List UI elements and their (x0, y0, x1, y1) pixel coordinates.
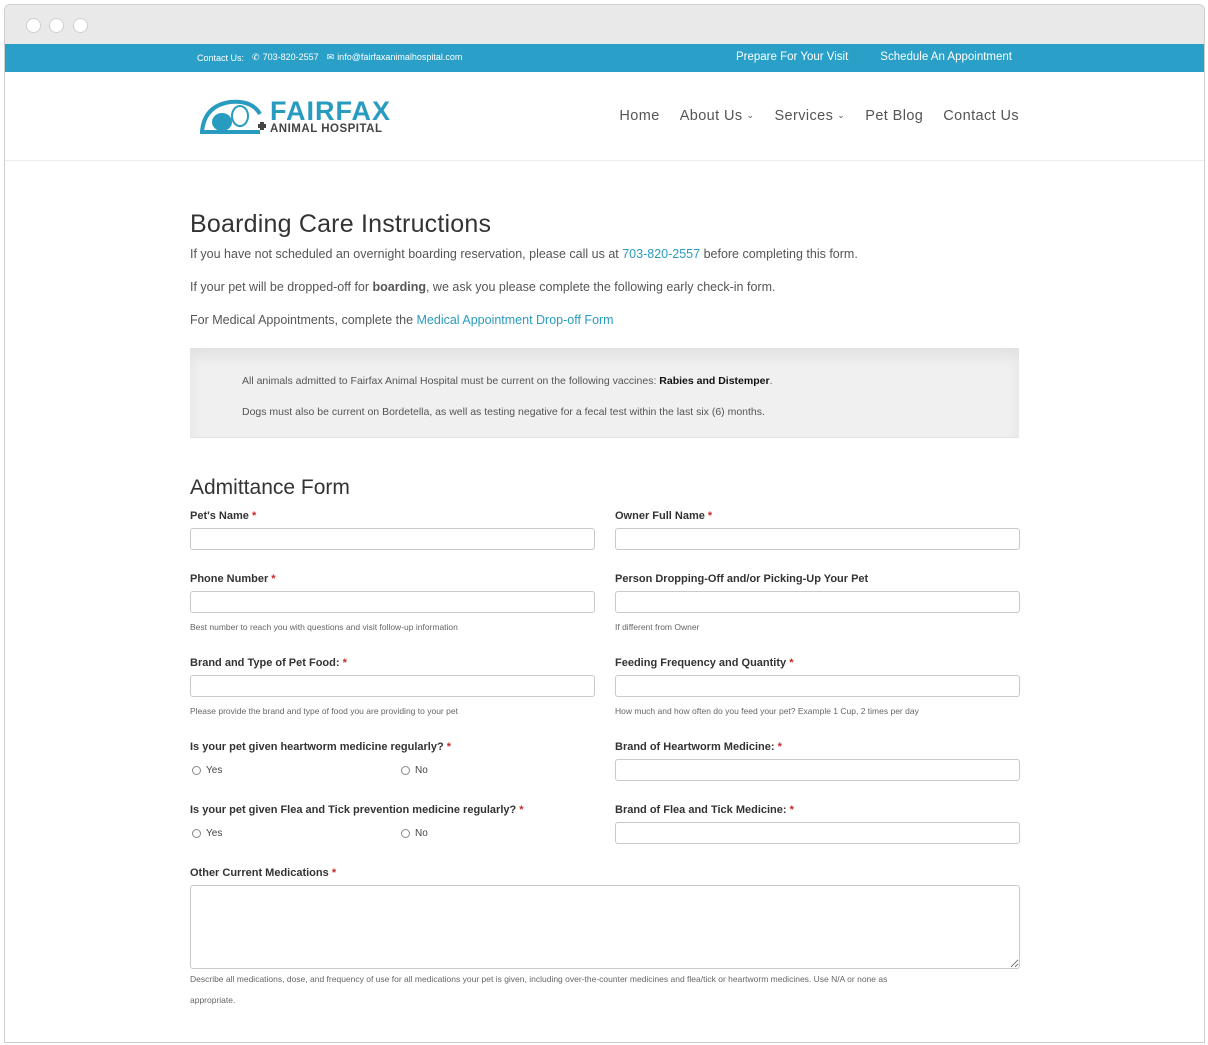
person-label: Person Dropping-Off and/or Picking-Up Yo… (615, 573, 869, 585)
window-maximize-dot[interactable] (73, 18, 88, 33)
site-header: FAIRFAX ANIMAL HOSPITAL Home About Us ⌄ S… (5, 72, 1204, 161)
browser-chrome (5, 5, 1204, 44)
radio-circle-icon (192, 829, 201, 838)
flea-question-label: Is your pet given Flea and Tick preventi… (190, 804, 524, 816)
feeding-help: How much and how often do you feed your … (615, 706, 919, 716)
notice-line-1: All animals admitted to Fairfax Animal H… (242, 375, 773, 387)
heartworm-brand-input[interactable] (615, 759, 1020, 781)
meds-label: Other Current Medications * (190, 867, 337, 879)
flea-brand-label: Brand of Flea and Tick Medicine: * (615, 804, 794, 816)
site-logo[interactable]: FAIRFAX ANIMAL HOSPITAL (198, 96, 418, 138)
top-links: Prepare For Your Visit Schedule An Appoi… (736, 51, 1012, 63)
contact-info: Contact Us: ✆ 703-820-2557 ✉ info@fairfaxa… (197, 52, 462, 63)
window-minimize-dot[interactable] (49, 18, 64, 33)
main-content: Boarding Care Instructions If you have n… (190, 210, 1020, 1005)
pets-name-label: Pet's Name * (190, 510, 257, 522)
phone-icon: ✆ (252, 52, 260, 62)
nav-services[interactable]: Services ⌄ (774, 108, 845, 124)
phone-call-link[interactable]: 703-820-2557 (622, 247, 700, 261)
heartworm-yes-radio[interactable]: Yes (192, 765, 222, 776)
owner-name-label: Owner Full Name * (615, 510, 713, 522)
browser-window: Contact Us: ✆ 703-820-2557 ✉ info@fairfaxa… (4, 4, 1205, 1043)
page-title: Boarding Care Instructions (190, 210, 492, 238)
radio-circle-icon (401, 766, 410, 775)
notice-line-2: Dogs must also be current on Bordetella,… (242, 406, 765, 418)
heartworm-brand-label: Brand of Heartworm Medicine: * (615, 741, 782, 753)
meds-textarea[interactable] (190, 885, 1020, 969)
owner-name-input[interactable] (615, 528, 1020, 550)
schedule-appointment-link[interactable]: Schedule An Appointment (880, 51, 1012, 63)
top-bar: Contact Us: ✆ 703-820-2557 ✉ info@fairfaxa… (5, 44, 1204, 72)
mail-icon: ✉ (326, 52, 335, 62)
flea-yes-radio[interactable]: Yes (192, 828, 222, 839)
flea-brand-input[interactable] (615, 822, 1020, 844)
intro-paragraph-2: If your pet will be dropped-off for boar… (190, 280, 776, 294)
form-title: Admittance Form (190, 476, 350, 499)
heartworm-question-label: Is your pet given heartworm medicine reg… (190, 741, 452, 753)
chevron-down-icon: ⌄ (837, 110, 846, 120)
prepare-visit-link[interactable]: Prepare For Your Visit (736, 51, 848, 63)
meds-help-1: Describe all medications, dose, and freq… (190, 974, 888, 984)
food-label: Brand and Type of Pet Food: * (190, 657, 347, 669)
flea-no-radio[interactable]: No (401, 828, 428, 839)
person-help: If different from Owner (615, 622, 700, 632)
heartworm-no-radio[interactable]: No (401, 765, 428, 776)
logo-title: FAIRFAX (270, 96, 392, 126)
feeding-label: Feeding Frequency and Quantity * (615, 657, 794, 669)
radio-circle-icon (192, 766, 201, 775)
intro-paragraph-1: If you have not scheduled an overnight b… (190, 247, 858, 261)
chevron-down-icon: ⌄ (746, 110, 755, 120)
phone-help: Best number to reach you with questions … (190, 622, 458, 632)
meds-help-2: appropriate. (190, 995, 236, 1005)
food-input[interactable] (190, 675, 595, 697)
feeding-input[interactable] (615, 675, 1020, 697)
email-link[interactable]: ✉ info@fairfaxanimalhospital.com (327, 52, 463, 63)
person-input[interactable] (615, 591, 1020, 613)
phone-input[interactable] (190, 591, 595, 613)
logo-subtitle: ANIMAL HOSPITAL (270, 123, 383, 135)
nav-about-us[interactable]: About Us ⌄ (680, 108, 755, 124)
intro-paragraph-3: For Medical Appointments, complete the M… (190, 313, 614, 327)
logo-animals-icon (200, 99, 266, 134)
vaccine-notice: All animals admitted to Fairfax Animal H… (190, 348, 1019, 438)
pets-name-input[interactable] (190, 528, 595, 550)
window-close-dot[interactable] (26, 18, 41, 33)
main-nav: Home About Us ⌄ Services ⌄ Pet Blog Contac… (619, 108, 1019, 124)
nav-contact-us[interactable]: Contact Us (943, 108, 1019, 124)
nav-pet-blog[interactable]: Pet Blog (865, 108, 923, 124)
nav-home[interactable]: Home (619, 108, 659, 124)
phone-link[interactable]: ✆ 703-820-2557 (252, 52, 319, 63)
contact-label: Contact Us: (197, 52, 245, 63)
medical-dropoff-form-link[interactable]: Medical Appointment Drop-off Form (417, 313, 614, 327)
food-help: Please provide the brand and type of foo… (190, 706, 458, 716)
radio-circle-icon (401, 829, 410, 838)
phone-label: Phone Number * (190, 573, 276, 585)
